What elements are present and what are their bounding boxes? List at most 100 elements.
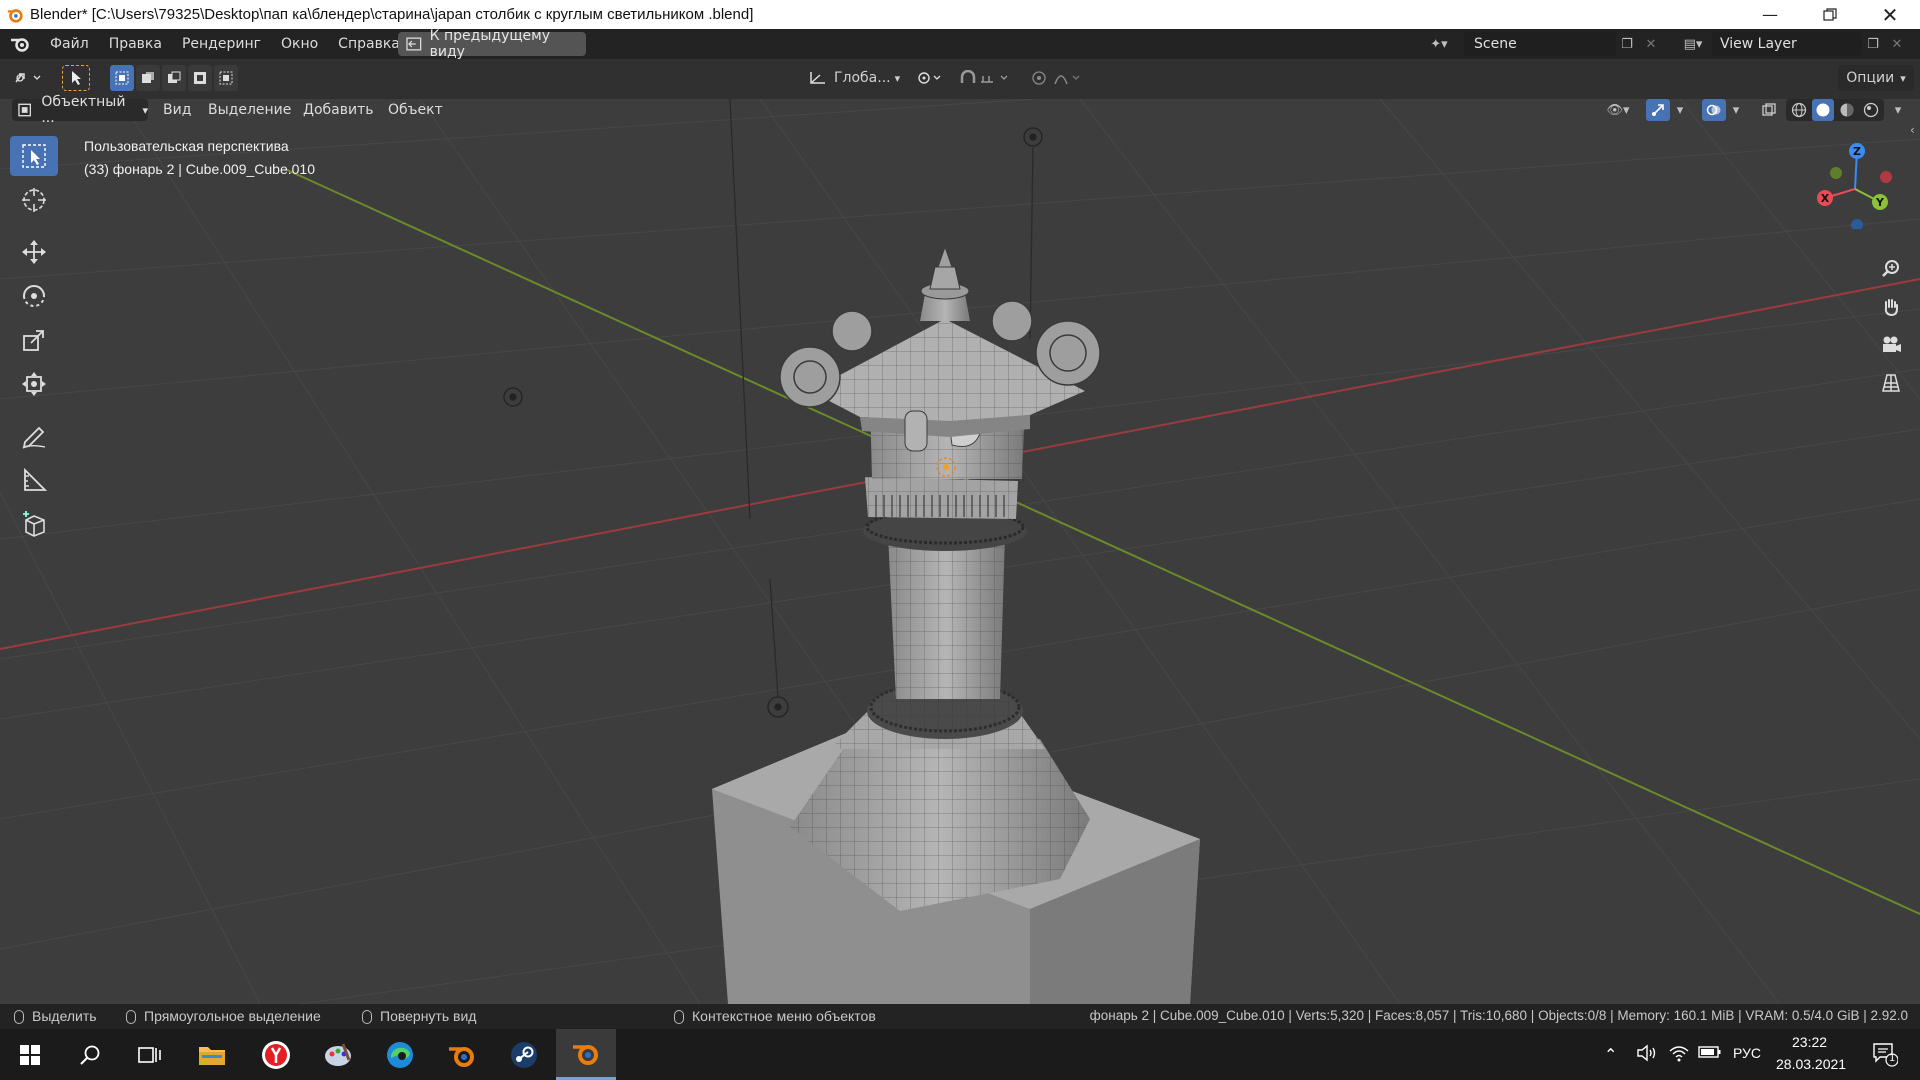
select-extend-button[interactable] <box>136 65 160 91</box>
maximize-button[interactable] <box>1800 0 1860 29</box>
measure-tool[interactable] <box>10 460 58 500</box>
new-view-layer-button[interactable]: ❐ <box>1862 33 1884 55</box>
taskbar-paint-app[interactable] <box>308 1029 368 1080</box>
3d-viewport[interactable]: Пользовательская перспектива (33) фонарь… <box>0 99 1920 1004</box>
chevron-up-icon: ⌃ <box>1604 1045 1618 1064</box>
scene-name-field[interactable]: Scene <box>1464 32 1616 56</box>
delete-view-layer-button[interactable]: ✕ <box>1886 33 1908 55</box>
view-name-label: Пользовательская перспектива <box>84 138 289 154</box>
taskbar-explorer[interactable] <box>182 1029 242 1080</box>
close-button[interactable]: ✕ <box>1860 0 1920 29</box>
snapping-toggle[interactable] <box>956 65 1018 91</box>
viewport-menu-view[interactable]: Вид <box>163 99 191 121</box>
taskbar-search-button[interactable] <box>60 1029 120 1080</box>
gizmo-toggle[interactable] <box>1646 99 1670 121</box>
select-intersect-button[interactable] <box>214 65 238 91</box>
shading-solid-button[interactable] <box>1812 99 1834 121</box>
menu-edit[interactable]: Правка <box>99 31 172 57</box>
viewport-menu-object[interactable]: Объект <box>388 99 443 121</box>
start-button[interactable] <box>0 1029 60 1080</box>
blender-logo-button[interactable] <box>0 29 40 59</box>
options-dropdown[interactable]: Опции ▾ <box>1838 65 1914 91</box>
select-invert-icon <box>194 72 206 84</box>
notification-center-button[interactable]: 1 <box>1872 1041 1899 1071</box>
shading-rendered-button[interactable] <box>1860 99 1882 121</box>
minimize-button[interactable]: — <box>1740 0 1800 29</box>
perspective-toggle-button[interactable] <box>1875 367 1907 399</box>
status-rotate-text: Повернуть вид <box>380 1008 477 1024</box>
transform-tool[interactable] <box>10 364 58 404</box>
viewport-menu-select[interactable]: Выделение <box>208 99 291 121</box>
select-new-button[interactable] <box>110 65 134 91</box>
proportional-editing-toggle[interactable] <box>1026 65 1092 91</box>
visibility-dropdown[interactable]: 👁▾ <box>1600 99 1636 121</box>
tray-network-button[interactable] <box>1668 1043 1690 1067</box>
shading-dropdown[interactable]: ▾ <box>1890 99 1906 121</box>
tray-battery-button[interactable] <box>1698 1044 1722 1064</box>
taskbar-blender-active[interactable] <box>556 1029 616 1080</box>
task-view-button[interactable] <box>120 1029 180 1080</box>
scale-tool[interactable] <box>10 320 58 360</box>
sidebar-toggle-icon[interactable]: ‹ <box>1910 123 1920 139</box>
menu-file[interactable]: Файл <box>40 31 99 57</box>
shading-material-button[interactable] <box>1836 99 1858 121</box>
pan-button[interactable] <box>1875 291 1907 323</box>
active-tool-select-button[interactable] <box>62 65 90 91</box>
navigation-gizmo[interactable]: Z X Y <box>1810 139 1900 229</box>
tray-date[interactable]: 28.03.2021 <box>1776 1056 1846 1072</box>
zoom-button[interactable] <box>1875 253 1907 285</box>
view-layer-name-field[interactable]: View Layer <box>1712 32 1862 56</box>
palette-icon <box>325 1042 351 1066</box>
tray-volume-button[interactable] <box>1636 1043 1658 1067</box>
select-invert-button[interactable] <box>188 65 212 91</box>
rotate-icon <box>23 285 45 307</box>
view-layer-icon: ▤▾ <box>1683 36 1703 52</box>
tray-language[interactable]: РУС <box>1733 1045 1761 1061</box>
move-tool[interactable] <box>10 232 58 272</box>
interaction-mode-dropdown[interactable]: Объектный ... ▾ <box>12 94 148 126</box>
tool-shelf <box>10 136 58 548</box>
status-box-select-text: Прямоугольное выделение <box>144 1008 321 1024</box>
overlays-toggle[interactable] <box>1702 99 1726 121</box>
back-icon <box>406 37 422 51</box>
mouse-right-icon <box>674 1010 684 1025</box>
editor-type-button[interactable] <box>8 65 50 91</box>
overlays-dropdown[interactable]: ▾ <box>1728 99 1744 121</box>
status-select-text: Выделить <box>32 1008 97 1024</box>
gizmo-dropdown[interactable]: ▾ <box>1672 99 1688 121</box>
zoom-icon <box>1882 260 1899 277</box>
new-scene-button[interactable]: ❐ <box>1616 33 1638 55</box>
cursor-tool[interactable] <box>10 180 58 220</box>
transform-icon <box>22 372 46 396</box>
select-intersect-icon <box>219 71 233 85</box>
transform-orientation-dropdown[interactable]: Глоба... ▾ <box>804 65 902 91</box>
pivot-point-dropdown[interactable] <box>912 65 948 91</box>
xray-toggle[interactable] <box>1758 99 1780 121</box>
minimize-icon: — <box>1762 5 1778 24</box>
taskbar-blender-launcher[interactable] <box>432 1029 492 1080</box>
camera-icon <box>1883 336 1901 352</box>
delete-scene-button[interactable]: ✕ <box>1640 33 1662 55</box>
select-box-tool[interactable] <box>10 136 58 176</box>
menu-render[interactable]: Рендеринг <box>172 31 271 57</box>
shading-wireframe-button[interactable] <box>1788 99 1810 121</box>
taskbar-edge[interactable] <box>370 1029 430 1080</box>
tray-overflow-button[interactable]: ⌃ <box>1604 1045 1617 1064</box>
scene-browse-button[interactable]: ✦▾ <box>1428 33 1450 55</box>
taskbar-steam[interactable] <box>494 1029 554 1080</box>
annotate-tool[interactable] <box>10 416 58 456</box>
steam-icon <box>511 1041 537 1068</box>
add-cube-tool[interactable] <box>10 504 58 544</box>
edge-browser-icon <box>387 1041 413 1068</box>
back-to-previous-button[interactable]: К предыдущему виду <box>398 28 586 60</box>
taskbar-yandex-browser[interactable] <box>246 1029 306 1080</box>
camera-view-button[interactable] <box>1875 329 1907 361</box>
view-layer-browse-button[interactable]: ▤▾ <box>1676 33 1710 55</box>
tray-time[interactable]: 23:22 <box>1792 1034 1827 1050</box>
view-layer-name: View Layer <box>1720 36 1797 52</box>
select-subtract-button[interactable] <box>162 65 186 91</box>
viewport-menu-add[interactable]: Добавить <box>303 99 373 121</box>
menu-window[interactable]: Окно <box>271 31 328 57</box>
selection-mode-group <box>110 65 238 91</box>
rotate-tool[interactable] <box>10 276 58 316</box>
